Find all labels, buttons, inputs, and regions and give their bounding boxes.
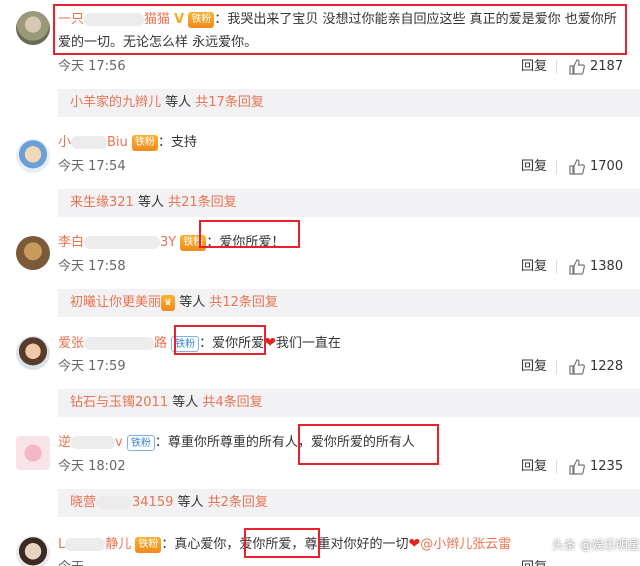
comment-text: 爱张路 铁粉 ：爱你所爱❤我们一直在 <box>58 335 341 352</box>
timestamp: 今天 17:59 <box>58 359 126 374</box>
avatar[interactable] <box>16 139 50 173</box>
fan-badge: 铁粉 <box>171 335 200 352</box>
fan-badge: 铁粉 <box>131 134 158 151</box>
divider <box>556 60 557 74</box>
like-count: 1700 <box>590 159 624 174</box>
replies-summary[interactable]: 初曦让你更美丽 ♛ 等人 共12条回复 <box>58 289 640 317</box>
divider <box>556 160 557 174</box>
mention-link[interactable]: @小辫儿张云雷 <box>420 537 511 552</box>
comment-text: 小 Biu 铁粉 ：支持 <box>58 134 197 151</box>
fan-badge: ♛ <box>161 294 176 311</box>
timestamp: 今天 <box>58 559 84 566</box>
like-count: 1380 <box>590 259 624 274</box>
reply-button[interactable]: 回复 <box>521 58 547 76</box>
divider <box>556 460 557 474</box>
reply-button[interactable]: 回复 <box>521 258 547 276</box>
reply-button[interactable]: 回复 <box>521 158 547 176</box>
avatar[interactable] <box>16 536 50 566</box>
replies-summary[interactable]: 晓营 34159 等人 共2条回复 <box>58 489 640 517</box>
username[interactable]: 爱张路 <box>58 336 167 351</box>
heart-icon: ❤ <box>408 536 421 552</box>
divider <box>556 260 557 274</box>
like-count: 2187 <box>590 59 624 74</box>
reply-button[interactable]: 回复 <box>521 358 547 376</box>
thumbs-up-icon[interactable] <box>569 159 585 175</box>
avatar[interactable] <box>16 11 50 45</box>
username[interactable]: 李白 3Y <box>58 235 176 250</box>
username[interactable]: L 静儿 <box>58 537 131 552</box>
username[interactable]: 一只 猫猫 <box>58 12 170 27</box>
replies-summary[interactable]: 来生缘321 等人 共21条回复 <box>58 189 640 217</box>
avatar[interactable] <box>16 336 50 370</box>
thumbs-up-icon[interactable] <box>569 359 585 375</box>
verified-v-icon: V <box>174 12 185 27</box>
like-count: 1235 <box>590 459 624 474</box>
avatar[interactable] <box>16 436 50 470</box>
thumbs-up-icon[interactable] <box>569 59 585 75</box>
comment-text: 李白 3Y 铁粉 ：爱你所爱！ <box>58 234 285 251</box>
timestamp: 今天 17:58 <box>58 259 126 274</box>
fan-badge: 铁粉 <box>188 11 215 28</box>
username[interactable]: 小 Biu <box>58 135 128 150</box>
divider <box>556 360 557 374</box>
comment-text: 逆v 铁粉 ：尊重你所尊重的所有人，爱你所爱的所有人 <box>58 434 415 451</box>
thumbs-up-icon[interactable] <box>569 459 585 475</box>
fan-badge: 铁粉 <box>135 536 162 553</box>
timestamp: 今天 18:02 <box>58 459 126 474</box>
replies-summary[interactable]: 钻石与玉镯2011 等人 共4条回复 <box>58 389 640 417</box>
reply-button[interactable]: 回复 <box>521 559 547 566</box>
avatar[interactable] <box>16 236 50 270</box>
timestamp: 今天 17:54 <box>58 159 126 174</box>
replies-summary[interactable]: 小羊家的九辫儿 等人 共17条回复 <box>58 89 640 117</box>
thumbs-up-icon[interactable] <box>569 259 585 275</box>
heart-icon: ❤ <box>264 335 276 351</box>
comment-text: 一只 猫猫 V 铁粉 ：我哭出来了宝贝 没想过你能亲自回应这些 真正的爱是爱你 也爱… <box>58 11 617 28</box>
like-count: 1228 <box>590 359 624 374</box>
fan-badge: 铁粉 <box>180 234 207 251</box>
reply-author[interactable]: 晓营 34159 <box>70 495 173 510</box>
username[interactable]: 逆v <box>58 435 123 450</box>
comment-text-line2: 爱的一切。无论怎么样 永远爱你。 <box>58 35 258 50</box>
watermark: 头条 @娱乐明星汇 <box>552 538 640 552</box>
timestamp: 今天 17:56 <box>58 59 126 74</box>
fan-badge: 铁粉 <box>126 434 155 451</box>
comment-text: L 静儿 铁粉 ：真心爱你，爱你所爱，尊重对你好的一切❤@小辫儿张云雷 <box>58 536 512 553</box>
reply-button[interactable]: 回复 <box>521 458 547 476</box>
